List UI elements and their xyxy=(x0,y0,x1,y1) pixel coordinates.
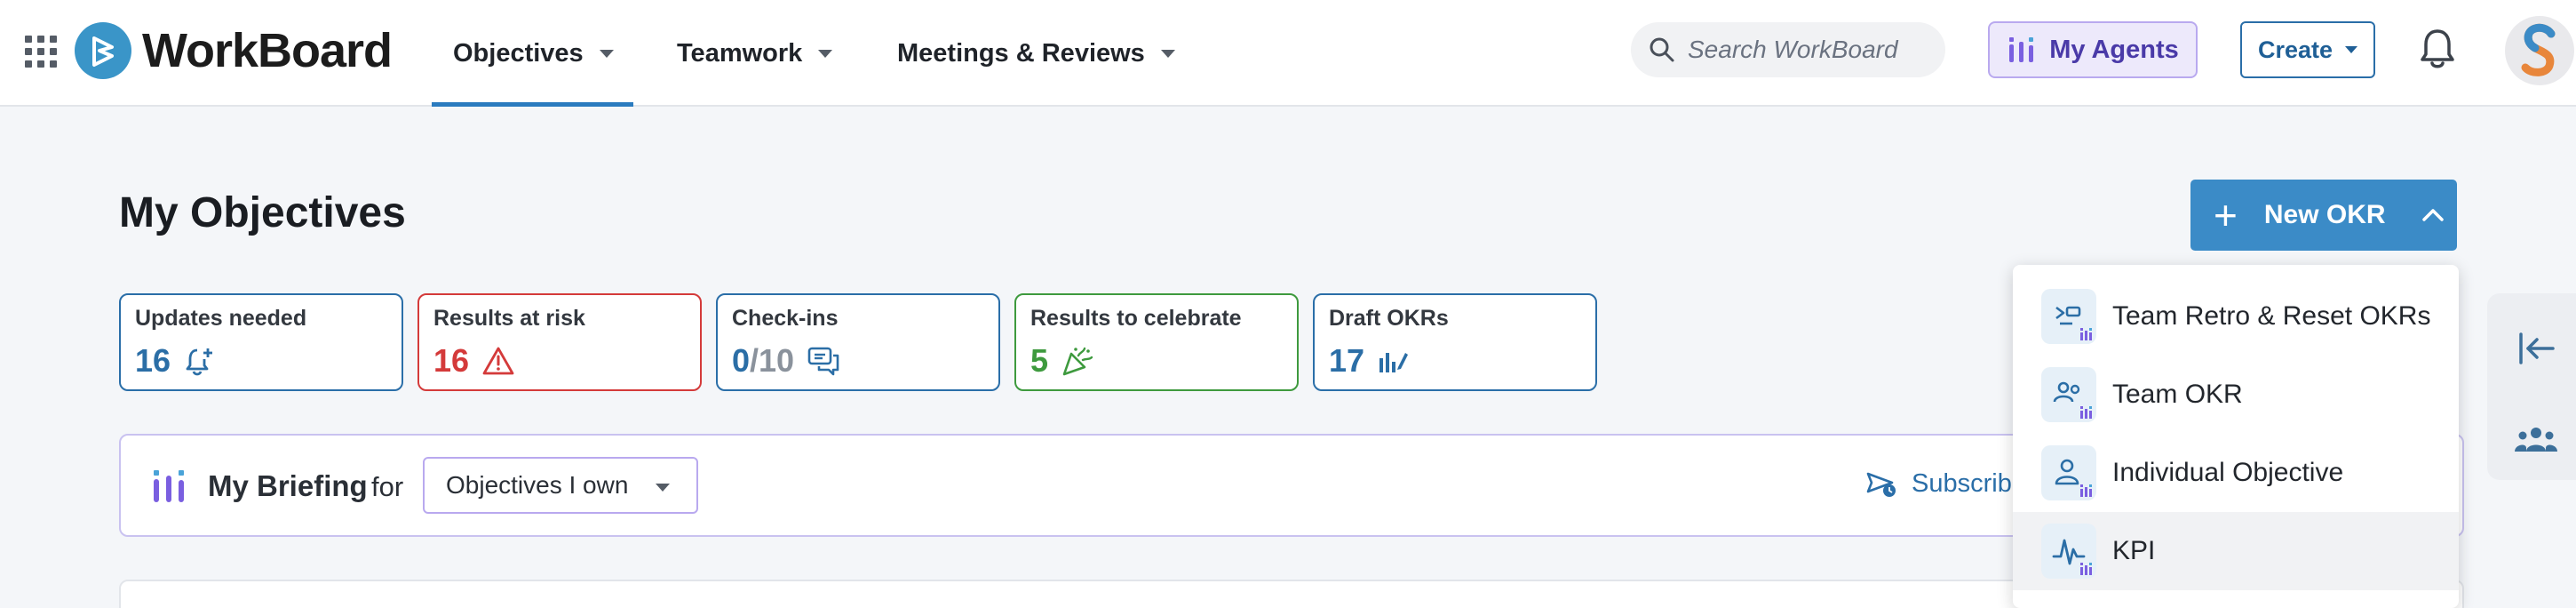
nav-teamwork-label: Teamwork xyxy=(677,38,803,68)
side-rail xyxy=(2487,293,2576,480)
subscribe-label: Subscribe xyxy=(1912,469,2026,498)
search-input[interactable] xyxy=(1688,36,1945,64)
ai-sparkle-icon xyxy=(2080,484,2092,497)
draft-chart-icon xyxy=(1377,346,1409,376)
subscribe-send-icon xyxy=(1866,472,1896,497)
my-agents-button[interactable]: My Agents xyxy=(1988,21,2198,78)
bell-plus-icon xyxy=(183,345,215,377)
new-okr-label: New OKR xyxy=(2263,200,2386,229)
plus-icon: + xyxy=(2214,192,2238,238)
brand-name: WorkBoard xyxy=(142,24,393,77)
nav-objectives-label: Objectives xyxy=(453,38,584,68)
create-button[interactable]: Create xyxy=(2240,21,2375,78)
top-bar: WorkBoard Objectives Teamwork Meetings &… xyxy=(0,0,2576,107)
nav-meetings-reviews[interactable]: Meetings & Reviews xyxy=(897,0,1175,107)
search-box[interactable] xyxy=(1631,22,1945,77)
chevron-down-icon xyxy=(656,484,670,492)
card-value: 0 xyxy=(732,342,751,379)
menu-item-label: KPI xyxy=(2112,536,2156,565)
kpi-pulse-icon xyxy=(2041,524,2096,579)
page-title: My Objectives xyxy=(119,189,406,236)
bell-icon[interactable] xyxy=(2418,27,2457,71)
chevron-down-icon xyxy=(599,49,614,58)
card-check-ins[interactable]: Check-ins 0/10 xyxy=(716,293,1000,391)
workboard-logo[interactable]: WorkBoard xyxy=(75,22,393,79)
ai-sparkle-icon xyxy=(2080,563,2092,575)
menu-item-label: Team OKR xyxy=(2112,380,2243,409)
chevron-down-icon xyxy=(1160,49,1175,58)
card-value: 16 xyxy=(135,342,171,379)
agent-bars-icon xyxy=(2009,37,2034,62)
person-icon xyxy=(2041,445,2096,500)
new-okr-menu: Team Retro & Reset OKRs Team OKR Individ… xyxy=(2013,265,2459,608)
briefing-title: My Briefing xyxy=(208,469,368,502)
card-label: Check-ins xyxy=(732,306,839,331)
card-label: Updates needed xyxy=(135,306,307,331)
card-results-to-celebrate[interactable]: Results to celebrate 5 xyxy=(1014,293,1299,391)
briefing-for-label: for xyxy=(371,471,404,502)
workboard-logo-icon xyxy=(75,22,131,79)
nav-teamwork[interactable]: Teamwork xyxy=(677,0,833,107)
nav-meetings-label: Meetings & Reviews xyxy=(897,38,1145,68)
card-label: Results at risk xyxy=(433,306,585,331)
menu-item-label: Individual Objective xyxy=(2112,458,2344,487)
warning-icon xyxy=(481,346,515,376)
people-icon[interactable] xyxy=(2514,425,2558,455)
nav-objectives[interactable]: Objectives xyxy=(432,0,633,107)
briefing-filter-select[interactable]: Objectives I own xyxy=(423,457,698,514)
search-icon xyxy=(1650,37,1674,62)
party-popper-icon xyxy=(1061,345,1094,377)
card-results-at-risk[interactable]: Results at risk 16 xyxy=(417,293,702,391)
card-label: Draft OKRs xyxy=(1329,306,1449,331)
menu-item-team-retro-reset[interactable]: Team Retro & Reset OKRs xyxy=(2013,277,2459,356)
card-value: 17 xyxy=(1329,342,1365,379)
avatar-initial-icon xyxy=(2521,23,2556,76)
menu-item-kpi[interactable]: KPI xyxy=(2013,512,2459,590)
team-icon xyxy=(2041,367,2096,422)
card-value-total: /10 xyxy=(750,342,795,379)
subscribe-link[interactable]: Subscribe xyxy=(1865,469,2026,499)
avatar[interactable] xyxy=(2505,16,2574,85)
chat-icon xyxy=(807,345,840,377)
new-okr-button[interactable]: + New OKR xyxy=(2190,180,2457,251)
briefing-agent-icon xyxy=(154,470,184,502)
chevron-up-icon xyxy=(2421,209,2444,221)
ai-sparkle-icon xyxy=(2080,328,2092,340)
apps-grid-icon[interactable] xyxy=(25,36,57,68)
card-draft-okrs[interactable]: Draft OKRs 17 xyxy=(1313,293,1597,391)
menu-item-individual-objective[interactable]: Individual Objective xyxy=(2013,434,2459,512)
card-updates-needed[interactable]: Updates needed 16 xyxy=(119,293,403,391)
card-value: 16 xyxy=(433,342,470,379)
card-label: Results to celebrate xyxy=(1030,306,1242,331)
briefing-filter-value: Objectives I own xyxy=(446,471,629,499)
menu-item-team-okr[interactable]: Team OKR xyxy=(2013,356,2459,434)
my-agents-label: My Agents xyxy=(2049,35,2179,64)
chevron-down-icon xyxy=(818,49,833,58)
create-label: Create xyxy=(2257,36,2334,63)
ai-sparkle-icon xyxy=(2080,406,2092,419)
collapse-left-icon[interactable] xyxy=(2517,331,2556,366)
card-value: 5 xyxy=(1030,342,1049,379)
menu-item-label: Team Retro & Reset OKRs xyxy=(2112,301,2431,331)
chevron-down-icon xyxy=(2345,46,2358,53)
retro-reset-icon xyxy=(2041,289,2096,344)
